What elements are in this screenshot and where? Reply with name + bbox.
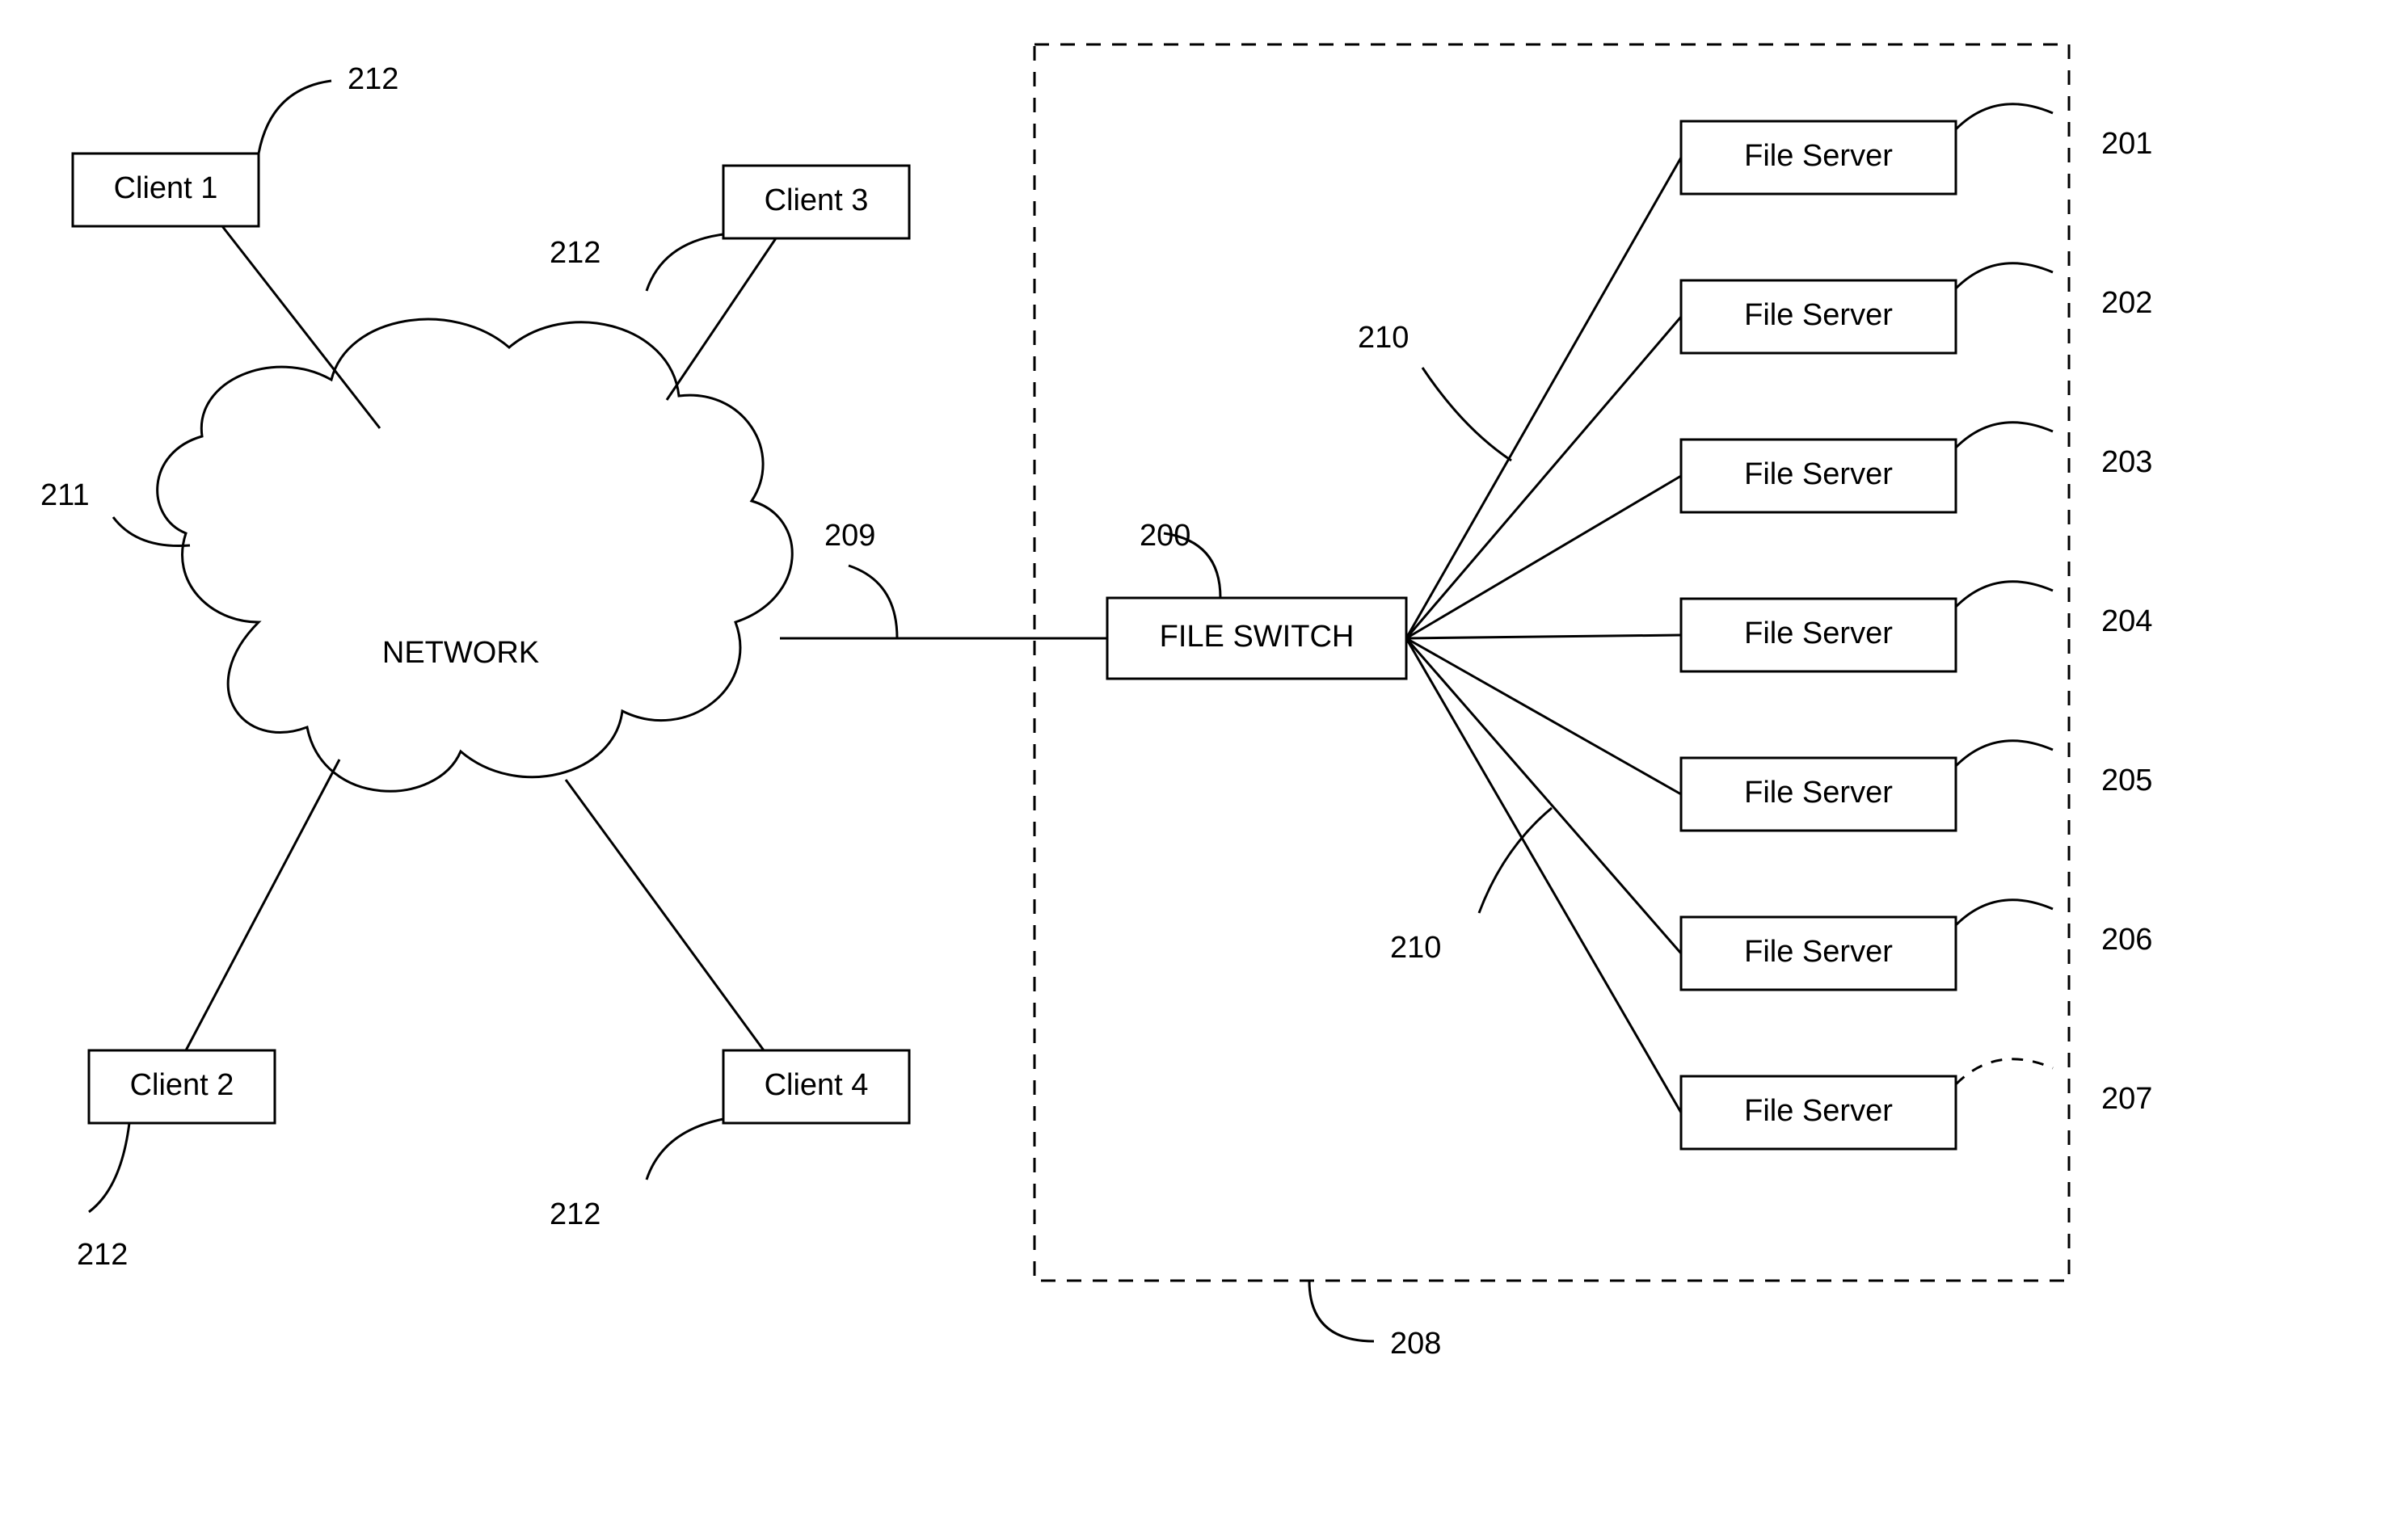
links-ref-top: 210 xyxy=(1358,321,1409,355)
server-3-label: File Server xyxy=(1744,457,1893,491)
switch-server-1-link xyxy=(1406,158,1681,638)
client-4-leader xyxy=(647,1119,723,1180)
diagram-root: 208 NETWORK Client 1 Client 3 Client 2 C… xyxy=(0,0,2406,1540)
server-4-leader xyxy=(1956,582,2053,607)
server-3-ref: 203 xyxy=(2101,445,2152,479)
server-1-ref: 201 xyxy=(2101,127,2152,161)
server-5-leader xyxy=(1956,741,2053,766)
links-ref-leader-top xyxy=(1422,368,1511,461)
client-2-link xyxy=(186,759,339,1050)
server-6-label: File Server xyxy=(1744,935,1893,969)
server-5-label: File Server xyxy=(1744,776,1893,810)
network-label: NETWORK xyxy=(382,636,539,670)
client-4-label: Client 4 xyxy=(765,1068,869,1102)
server-2-leader xyxy=(1956,263,2053,288)
server-5-ref: 205 xyxy=(2101,764,2152,797)
server-2-label: File Server xyxy=(1744,298,1893,332)
switch-server-7-link xyxy=(1406,638,1681,1113)
switch-ref: 200 xyxy=(1140,519,1190,553)
client-4-ref: 212 xyxy=(550,1197,600,1231)
server-7-leader xyxy=(1956,1059,2053,1084)
links-ref-leader-bot xyxy=(1479,808,1552,913)
server-2-ref: 202 xyxy=(2101,286,2152,320)
switch-server-2-link xyxy=(1406,317,1681,638)
network-cloud xyxy=(158,319,793,791)
switch-server-4-link xyxy=(1406,635,1681,638)
group-ref-num: 208 xyxy=(1390,1327,1441,1361)
client-3-leader xyxy=(647,234,723,291)
links-ref-bot: 210 xyxy=(1390,931,1441,965)
server-7-ref: 207 xyxy=(2101,1082,2152,1116)
network-ref: 211 xyxy=(40,478,90,512)
server-6-leader xyxy=(1956,900,2053,925)
client-4-link xyxy=(566,780,764,1050)
switch-server-3-link xyxy=(1406,476,1681,638)
client-3-ref: 212 xyxy=(550,236,600,270)
server-6-ref: 206 xyxy=(2101,923,2152,957)
link209-leader xyxy=(849,566,897,638)
server-7-label: File Server xyxy=(1744,1094,1893,1128)
client-1-label: Client 1 xyxy=(114,171,218,205)
server-1-leader xyxy=(1956,104,2053,129)
client-2-leader xyxy=(89,1123,129,1212)
switch-server-6-link xyxy=(1406,638,1681,953)
server-4-label: File Server xyxy=(1744,616,1893,650)
server-1-label: File Server xyxy=(1744,139,1893,173)
switch-server-5-link xyxy=(1406,638,1681,794)
client-3-label: Client 3 xyxy=(765,183,869,217)
client-1-leader xyxy=(259,81,331,154)
group-ref-leader xyxy=(1309,1281,1374,1341)
client-2-ref: 212 xyxy=(77,1238,128,1272)
file-switch-label: FILE SWITCH xyxy=(1160,620,1355,654)
link209-ref: 209 xyxy=(824,519,875,553)
server-3-leader xyxy=(1956,423,2053,448)
client-3-link xyxy=(667,238,776,400)
client-2-label: Client 2 xyxy=(130,1068,234,1102)
client-1-ref: 212 xyxy=(348,62,398,96)
server-4-ref: 204 xyxy=(2101,604,2152,638)
